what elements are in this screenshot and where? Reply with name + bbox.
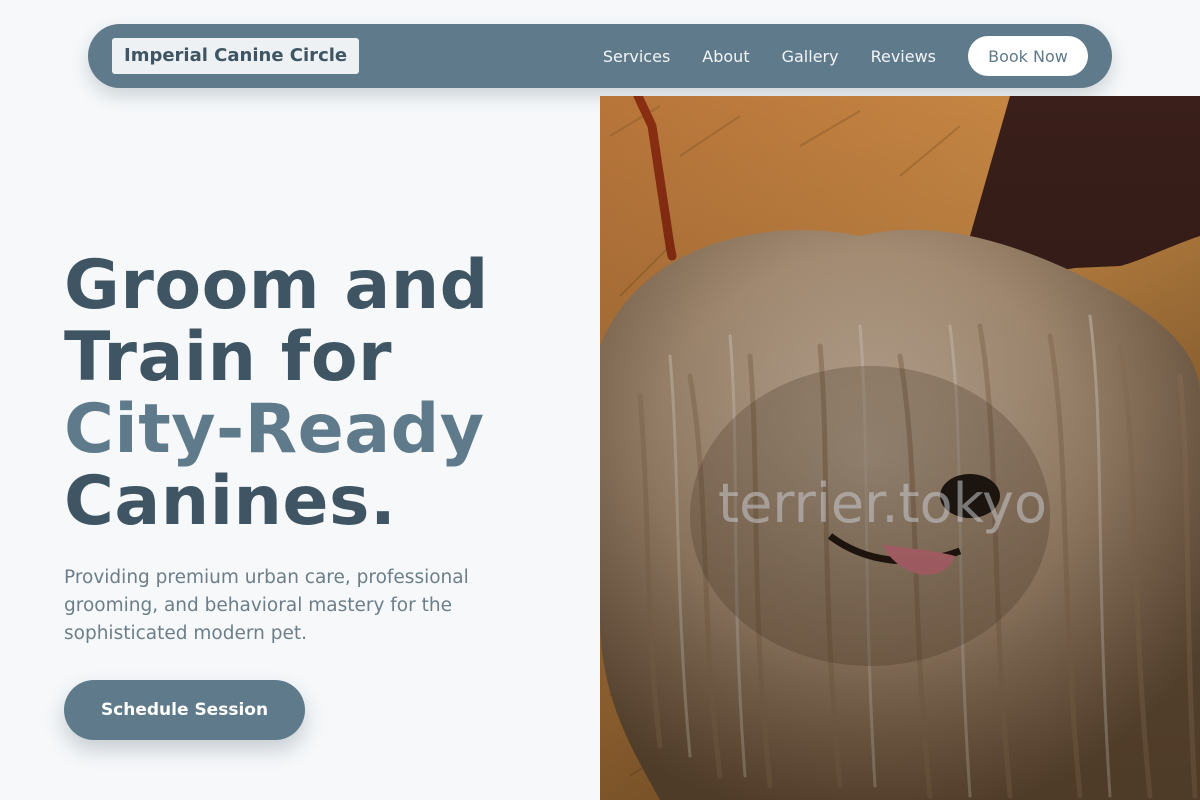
nav-link-reviews[interactable]: Reviews (871, 47, 936, 66)
hero-subtitle: Providing premium urban care, profession… (64, 567, 469, 644)
brand-logo[interactable]: Imperial Canine Circle (112, 38, 360, 74)
hero-title-line-1: Groom and (64, 246, 489, 325)
hero-title-line-4: Canines. (64, 462, 397, 541)
main-navbar: Imperial Canine Circle Services About Ga… (88, 24, 1112, 88)
nav-link-gallery[interactable]: Gallery (782, 47, 839, 66)
nav-link-services[interactable]: Services (603, 47, 670, 66)
book-now-button[interactable]: Book Now (968, 36, 1088, 76)
schedule-session-button[interactable]: Schedule Session (64, 680, 305, 740)
hero-title-accent-line: City-Ready (64, 390, 485, 469)
hero-title-line-2: Train for (64, 318, 393, 397)
hero-title: Groom and Train for City-Ready Canines. (64, 250, 584, 538)
hero-dog-photo: terrier.tokyo (600, 96, 1200, 800)
nav-link-about[interactable]: About (702, 47, 749, 66)
image-watermark: terrier.tokyo (718, 472, 1048, 535)
nav-links: Services About Gallery Reviews Book Now (603, 36, 1088, 76)
